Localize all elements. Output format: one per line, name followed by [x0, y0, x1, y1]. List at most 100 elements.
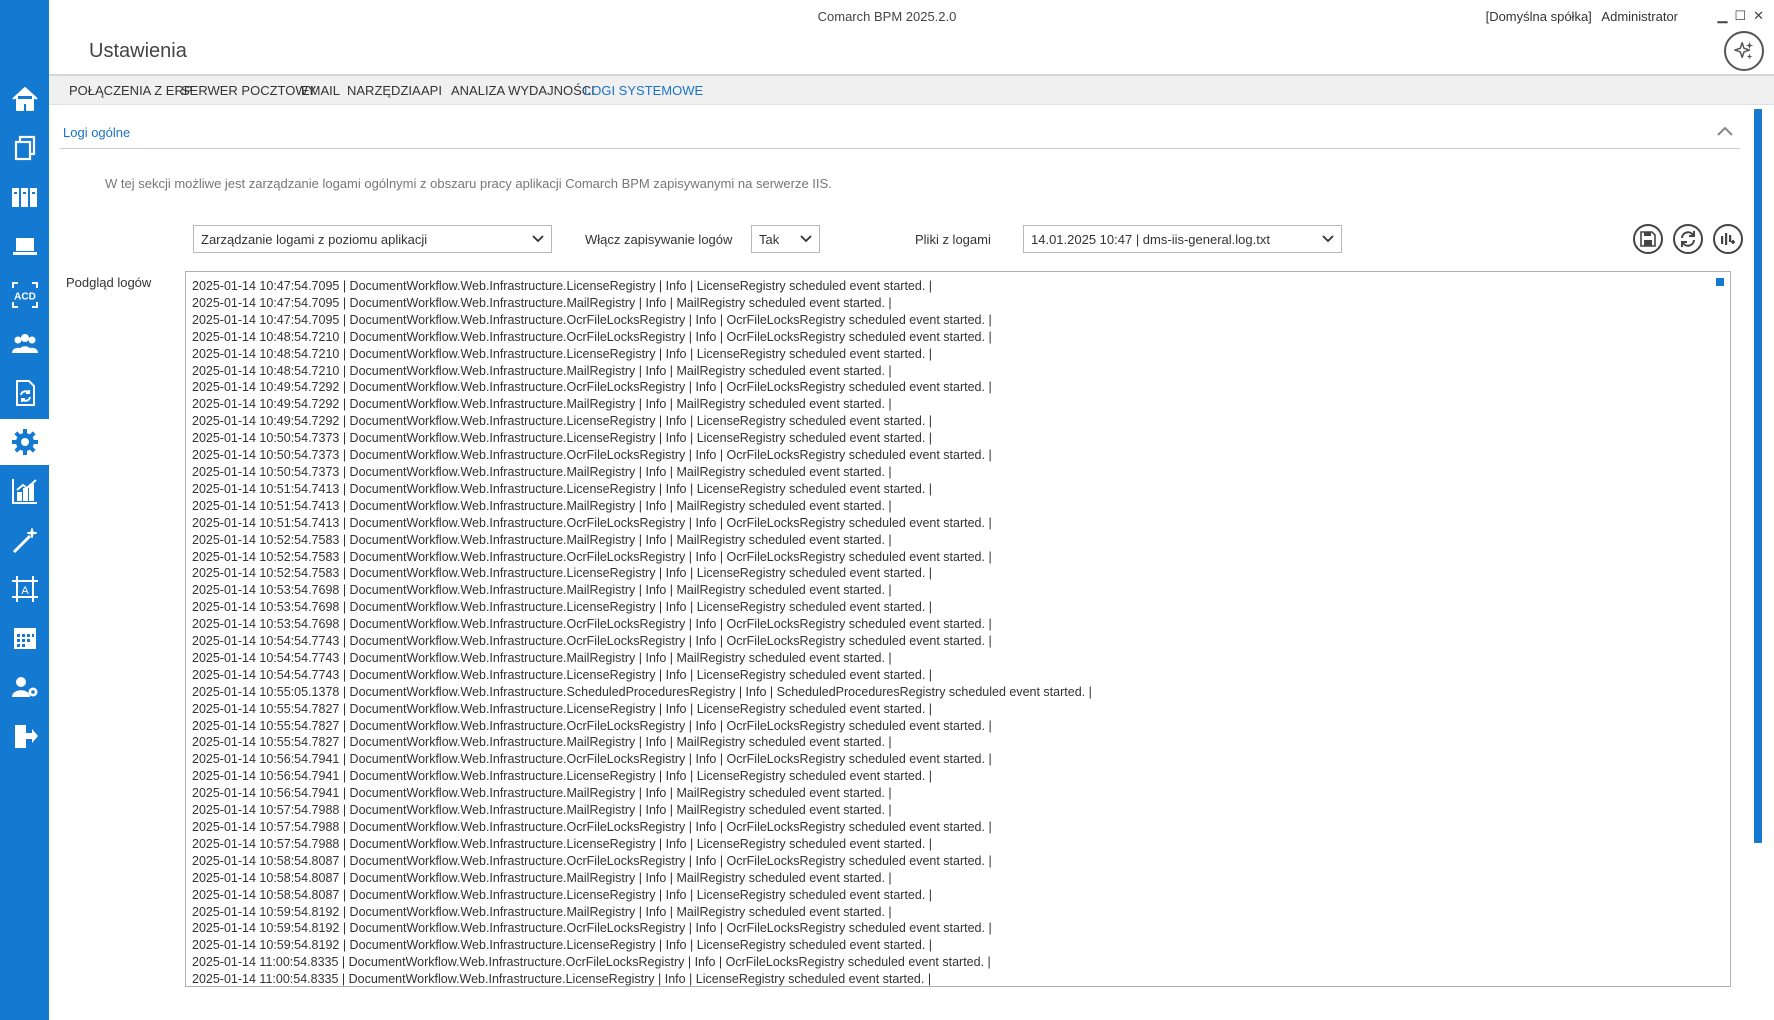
calendar-icon[interactable] [0, 615, 49, 661]
app-title: Comarch BPM 2025.2.0 [817, 9, 957, 24]
log-line: 2025-01-14 10:53:54.7698 | DocumentWorkf… [192, 617, 992, 632]
log-line: 2025-01-14 10:50:54.7373 | DocumentWorkf… [192, 431, 933, 446]
log-line: 2025-01-14 10:54:54.7743 | DocumentWorkf… [192, 634, 992, 649]
log-line: 2025-01-14 10:52:54.7583 | DocumentWorkf… [192, 549, 992, 564]
log-line: 2025-01-14 10:47:54.7095 | DocumentWorkf… [192, 312, 992, 327]
log-line: 2025-01-14 10:54:54.7743 | DocumentWorkf… [192, 650, 892, 665]
settings-icon[interactable] [0, 419, 49, 465]
home-icon[interactable] [0, 76, 49, 122]
analytics-icon[interactable] [0, 468, 49, 514]
log-files-value: 14.01.2025 10:47 | dms-iis-general.log.t… [1031, 232, 1270, 247]
document-sync-icon[interactable] [0, 370, 49, 416]
user-label[interactable]: Administrator [1601, 9, 1678, 24]
tab-erp-connections[interactable]: POŁĄCZENIA Z ERP [69, 83, 193, 98]
tab-mail-server[interactable]: SERWER POCZTOWY [181, 83, 316, 98]
log-line: 2025-01-14 10:50:54.7373 | DocumentWorkf… [192, 448, 992, 463]
log-line: 2025-01-14 10:49:54.7292 | DocumentWorkf… [192, 397, 892, 412]
log-line: 2025-01-14 10:53:54.7698 | DocumentWorkf… [192, 583, 892, 598]
log-line: 2025-01-14 10:49:54.7292 | DocumentWorkf… [192, 414, 933, 429]
analysis-icon [1721, 233, 1735, 245]
log-line: 2025-01-14 10:56:54.7941 | DocumentWorkf… [192, 786, 892, 801]
log-line: 2025-01-14 10:49:54.7292 | DocumentWorkf… [192, 380, 992, 395]
log-line: 2025-01-14 10:47:54.7095 | DocumentWorkf… [192, 279, 933, 293]
maximize-button[interactable]: ☐ [1734, 8, 1746, 24]
tab-email[interactable]: EMAIL [301, 83, 340, 98]
users-icon[interactable] [0, 321, 49, 367]
chevron-up-icon[interactable] [1716, 125, 1734, 137]
chevron-down-icon [1322, 235, 1334, 243]
tab-api[interactable]: API [421, 83, 442, 98]
svg-text:ACD: ACD [14, 292, 36, 303]
log-analysis-button[interactable] [1713, 224, 1743, 254]
log-line: 2025-01-14 10:57:54.7988 | DocumentWorkf… [192, 820, 992, 834]
save-log-button[interactable] [1633, 224, 1663, 254]
tab-tools[interactable]: NARZĘDZIA [347, 83, 421, 98]
log-line: 2025-01-14 10:58:54.8087 | DocumentWorkf… [192, 887, 933, 902]
log-line: 2025-01-14 10:55:54.7827 | DocumentWorkf… [192, 735, 892, 750]
log-line: 2025-01-14 10:48:54.7210 | DocumentWorkf… [192, 329, 992, 344]
logout-icon[interactable] [0, 713, 49, 759]
chevron-down-icon [532, 235, 544, 243]
log-lines: 2025-01-14 10:47:54.7095 | DocumentWorkf… [192, 278, 1092, 987]
log-line: 2025-01-14 10:55:05.1378 | DocumentWorkf… [192, 684, 1092, 699]
window-controls: ▁ ☐ ✕ [1717, 8, 1764, 24]
ai-assistant-button[interactable] [1724, 31, 1764, 71]
log-line: 2025-01-14 10:51:54.7413 | DocumentWorkf… [192, 515, 992, 530]
refresh-icon [1681, 231, 1695, 247]
log-line: 2025-01-14 10:59:54.8192 | DocumentWorkf… [192, 938, 933, 953]
settings-tabs: POŁĄCZENIA Z ERP SERWER POCZTOWY EMAIL N… [49, 76, 1774, 105]
log-preview-label: Podgląd logów [66, 275, 152, 290]
archive-icon[interactable] [0, 174, 49, 220]
acd-icon[interactable]: ACD [0, 272, 49, 318]
log-line: 2025-01-14 10:47:54.7095 | DocumentWorkf… [192, 295, 892, 310]
log-line: 2025-01-14 10:53:54.7698 | DocumentWorkf… [192, 600, 933, 615]
main-sidebar: ACD A [0, 0, 49, 1020]
log-line: 2025-01-14 10:57:54.7988 | DocumentWorkf… [192, 836, 933, 851]
enable-logging-select[interactable]: Tak [751, 225, 820, 253]
log-mode-select[interactable]: Zarządzanie logami z poziomu aplikacji [193, 225, 552, 253]
log-line: 2025-01-14 10:51:54.7413 | DocumentWorkf… [192, 498, 892, 513]
section-header[interactable]: Logi ogólne [60, 119, 1740, 149]
minimize-button[interactable]: ▁ [1717, 8, 1727, 24]
log-files-select[interactable]: 14.01.2025 10:47 | dms-iis-general.log.t… [1023, 225, 1342, 253]
log-line: 2025-01-14 10:57:54.7988 | DocumentWorkf… [192, 803, 892, 818]
svg-text:A: A [21, 585, 29, 597]
log-line: 2025-01-14 11:00:54.8335 | DocumentWorkf… [192, 955, 991, 970]
sparkles-icon [1734, 41, 1754, 60]
log-line: 2025-01-14 10:55:54.7827 | DocumentWorkf… [192, 718, 992, 733]
log-line: 2025-01-14 10:48:54.7210 | DocumentWorkf… [192, 346, 933, 361]
tab-system-logs[interactable]: LOGI SYSTEMOWE [584, 83, 703, 98]
tab-performance-analysis[interactable]: ANALIZA WYDAJNOŚCI [451, 83, 595, 98]
log-mode-value: Zarządzanie logami z poziomu aplikacji [201, 232, 428, 247]
log-preview-textarea[interactable]: 2025-01-14 10:47:54.7095 | DocumentWorkf… [185, 271, 1731, 987]
log-line: 2025-01-14 10:51:54.7413 | DocumentWorkf… [192, 481, 933, 496]
log-line: 2025-01-14 10:59:54.8192 | DocumentWorkf… [192, 921, 992, 936]
log-line: 2025-01-14 10:48:54.7210 | DocumentWorkf… [192, 363, 892, 378]
log-line: 2025-01-14 10:59:54.8192 | DocumentWorkf… [192, 904, 892, 919]
main-content: Comarch BPM 2025.2.0 [Domyślna spółka] A… [49, 0, 1774, 1020]
enable-logging-value: Tak [759, 232, 780, 247]
company-label[interactable]: [Domyślna spółka] [1486, 9, 1592, 24]
section-title: Logi ogólne [63, 125, 131, 140]
designer-icon[interactable]: A [0, 566, 49, 612]
log-line: 2025-01-14 10:58:54.8087 | DocumentWorkf… [192, 870, 892, 885]
log-line: 2025-01-14 10:52:54.7583 | DocumentWorkf… [192, 532, 892, 547]
log-line: 2025-01-14 10:50:54.7373 | DocumentWorkf… [192, 464, 892, 479]
close-button[interactable]: ✕ [1753, 8, 1764, 24]
section-description: W tej sekcji możliwe jest zarządzanie lo… [105, 176, 832, 191]
log-line: 2025-01-14 11:00:54.8335 | DocumentWorkf… [192, 972, 932, 987]
window-user-info: [Domyślna spółka] Administrator [1486, 9, 1678, 24]
wand-icon[interactable] [0, 517, 49, 563]
refresh-log-button[interactable] [1673, 224, 1703, 254]
resize-marker [1716, 278, 1724, 286]
documents-icon[interactable] [0, 125, 49, 171]
page-scrollbar[interactable] [1754, 109, 1762, 843]
user-settings-icon[interactable] [0, 664, 49, 710]
chevron-down-icon [800, 235, 812, 243]
log-line: 2025-01-14 10:54:54.7743 | DocumentWorkf… [192, 667, 933, 682]
log-line: 2025-01-14 10:56:54.7941 | DocumentWorkf… [192, 752, 992, 767]
laptop-icon[interactable] [0, 223, 49, 269]
log-line: 2025-01-14 10:55:54.7827 | DocumentWorkf… [192, 701, 933, 716]
log-line: 2025-01-14 10:56:54.7941 | DocumentWorkf… [192, 769, 933, 784]
save-icon [1640, 231, 1656, 247]
